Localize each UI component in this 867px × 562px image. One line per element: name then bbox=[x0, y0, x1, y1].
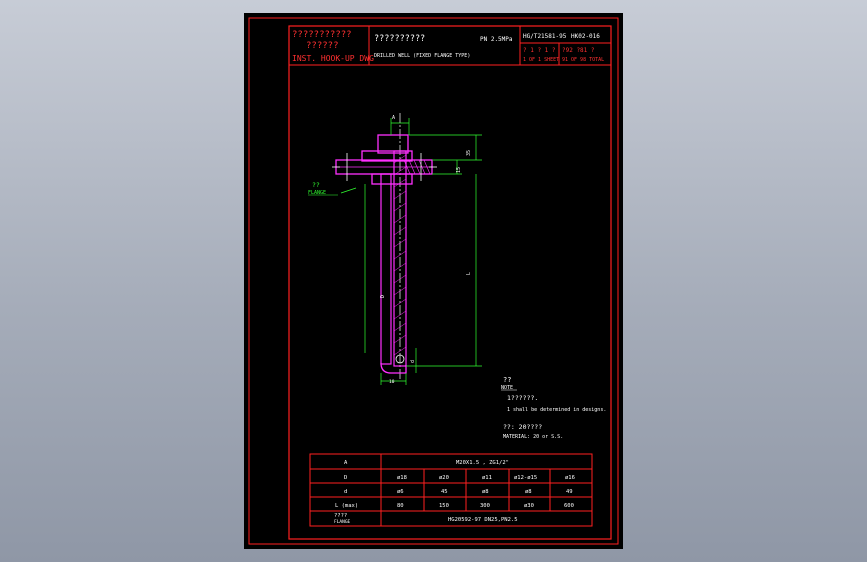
drawing-canvas: ??????????? ?????? INST. HOOK-UP DWG ???… bbox=[248, 17, 619, 545]
row-l-cell-2: 150 bbox=[439, 503, 449, 509]
notes-block: ?? NOTE 1??????. 1 shall be determined i… bbox=[501, 376, 606, 440]
title-pressure: PN 2.5MPa bbox=[480, 36, 513, 43]
outer-frame bbox=[248, 17, 619, 545]
row-l-cell-5: 600 bbox=[564, 503, 574, 509]
title-name-cn-2: ?????? bbox=[306, 41, 339, 51]
row-d-cell-3: ø11 bbox=[482, 475, 492, 481]
row-flange-label-cn: ???? bbox=[334, 513, 347, 519]
title-name-cn-1: ??????????? bbox=[292, 30, 352, 40]
inner-frame bbox=[288, 25, 612, 540]
dim-d-label: D bbox=[380, 295, 386, 298]
row-l-cell-3: 300 bbox=[480, 503, 490, 509]
title-page-en: 91 OF 98 TOTAL bbox=[562, 57, 604, 63]
dim-15-label: 15 bbox=[456, 167, 462, 173]
row-dd-label: d bbox=[344, 489, 347, 495]
title-name-en: INST. HOOK-UP DWG bbox=[292, 54, 374, 63]
flange-label-cn: ?? bbox=[312, 181, 320, 189]
drawing-sheet: ??????????? ?????? INST. HOOK-UP DWG ???… bbox=[244, 13, 623, 549]
title-sheet-cn: ? 1 ? 1 ? bbox=[523, 47, 556, 54]
row-dd-cell-2: 45 bbox=[441, 489, 448, 495]
dim-bottom-label: 10 bbox=[389, 379, 395, 385]
dim-35-label: 35 bbox=[466, 150, 472, 156]
title-standard: HG/T21581-95 bbox=[523, 33, 567, 40]
row-dd-cell-3: ø8 bbox=[482, 489, 489, 495]
spec-table-text: A M20X1.5 , ZG1/2" D ø18 ø20 ø11 ø12-ø15… bbox=[334, 460, 575, 525]
row-dd-cell-1: ø6 bbox=[397, 489, 404, 495]
title-page-cn: ?92 ?81 ? bbox=[562, 47, 595, 54]
row-d-cell-1: ø18 bbox=[397, 475, 407, 481]
dim-tip-label: d bbox=[410, 360, 416, 363]
row-a-label: A bbox=[344, 460, 348, 466]
title-desc-en: DRILLED WELL (FIXED FLANGE TYPE) bbox=[374, 53, 470, 59]
row-d-label: D bbox=[344, 475, 347, 481]
row-a-value: M20X1.5 , ZG1/2" bbox=[456, 460, 509, 466]
note-material-cn: ??: 20???? bbox=[503, 423, 542, 431]
note-line1-cn: 1??????. bbox=[507, 394, 538, 402]
note-title-cn: ?? bbox=[503, 376, 511, 384]
head-fitting bbox=[377, 134, 409, 154]
row-d-cell-2: ø20 bbox=[439, 475, 449, 481]
row-d-cell-4: ø12-ø15 bbox=[514, 475, 537, 481]
row-l-cell-1: 80 bbox=[397, 503, 404, 509]
row-flange-label-en: FLANGE bbox=[334, 519, 351, 525]
note-line1-en: 1 shall be determined in designs. bbox=[507, 407, 606, 413]
dim-l-label: L bbox=[466, 272, 472, 275]
spec-table bbox=[309, 453, 593, 527]
note-material-en: MATERIAL: 20 or S.S. bbox=[503, 434, 563, 440]
title-desc-cn: ?????????? bbox=[374, 34, 425, 44]
row-l-label: L (max) bbox=[335, 503, 358, 509]
title-sheet-en: 1 OF 1 SHEET bbox=[523, 57, 559, 63]
dim-a-label: A bbox=[392, 115, 395, 121]
stem-left-wall bbox=[380, 173, 392, 365]
row-d-cell-5: ø16 bbox=[565, 475, 575, 481]
cad-viewport[interactable]: ??????????? ?????? INST. HOOK-UP DWG ???… bbox=[0, 0, 867, 562]
thermowell-drawing: A 35 15 L D d 10 ?? FLANGE bbox=[308, 113, 482, 385]
row-dd-cell-4: ø8 bbox=[525, 489, 532, 495]
row-dd-cell-5: 49 bbox=[566, 489, 573, 495]
title-drawing-no: HK02-016 bbox=[571, 33, 600, 40]
row-flange-value: HG20592-97 DN25,PN2.5 bbox=[448, 517, 518, 523]
row-l-cell-4: ø30 bbox=[524, 503, 534, 509]
